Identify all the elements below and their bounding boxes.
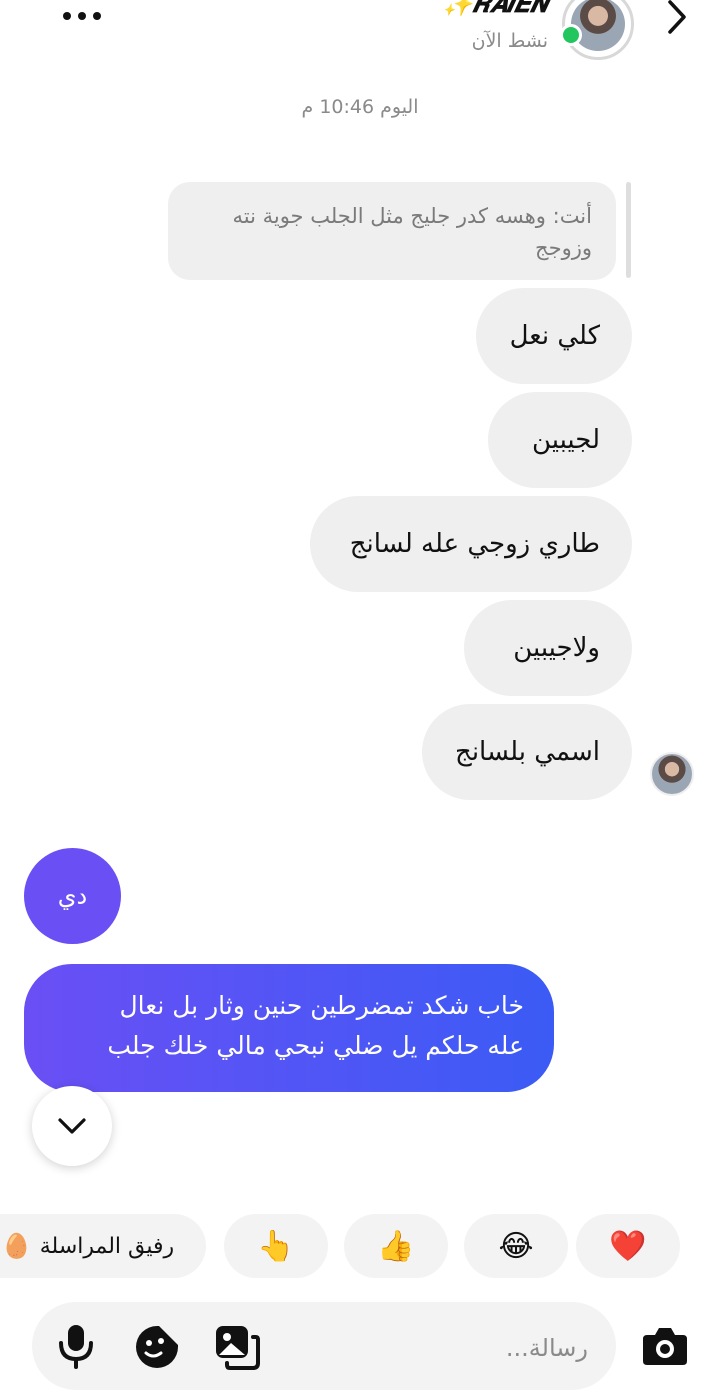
avatar-photo [571,0,625,51]
quick-reaction-pointing[interactable]: 👆 [224,1214,328,1278]
message-text: ولاجيبين [513,633,600,663]
egg-emoji-icon: 🥚 [1,1232,32,1260]
quick-reaction-thumbs-up[interactable]: 👍 [344,1214,448,1278]
message-text-line-2: عله حلكم يل ضلي نبحي مالي خلك جلب [107,1031,524,1060]
quick-reaction-heart[interactable]: ❤️ [576,1214,680,1278]
conversation-timestamp: اليوم 10:46 م [301,96,419,118]
dot [78,12,86,20]
reply-quote-line-2: وزوجج [535,236,592,260]
chevron-right-icon[interactable] [656,0,696,36]
online-status-icon [560,24,582,46]
microphone-icon[interactable] [54,1322,98,1370]
message-text-line-1: خاب شكد تمضرطين حنين وثار بل نعال [119,991,524,1020]
contact-status: نشط الآن [471,30,548,52]
gallery-icon[interactable] [212,1322,262,1372]
replied-message-quote[interactable]: أنت: وهسه كدر جليج مثل الجلب جوية نته وز… [168,182,616,280]
incoming-message-bubble[interactable]: كلي نعل [476,288,632,384]
reply-indicator-bar [626,182,631,278]
contact-name[interactable]: ✨𝑹𝑨𝑰𝑬𝑵 [443,0,548,18]
reply-quote-line-1: أنت: وهسه كدر جليج مثل الجلب جوية نته [232,204,592,228]
sender-avatar[interactable] [650,752,694,796]
chevron-down-icon [58,1118,86,1134]
camera-icon[interactable] [640,1322,690,1370]
incoming-message-bubble[interactable]: ولاجيبين [464,600,632,696]
message-input[interactable] [286,1322,590,1374]
message-text: دي [57,882,88,910]
thumbs-up-emoji-icon: 👍 [377,1228,415,1264]
quick-reaction-laugh[interactable]: 😂 [464,1214,568,1278]
laughing-emoji-icon: 😂 [498,1228,534,1264]
ai-chat-buddy-chip[interactable]: رفيق المراسلة 🥚 [0,1214,206,1278]
ai-chip-label: رفيق المراسلة [39,1233,175,1259]
message-text: طاري زوجي عله لسانج [349,529,600,559]
message-text: اسمي بلسانج [455,737,600,767]
outgoing-message-bubble[interactable]: دي [24,848,121,944]
incoming-message-bubble[interactable]: لجيبين [488,392,632,488]
incoming-message-bubble[interactable]: اسمي بلسانج [422,704,632,800]
incoming-message-bubble[interactable]: طاري زوجي عله لسانج [310,496,632,592]
dot [63,12,71,20]
message-text: كلي نعل [509,321,600,351]
more-options-icon[interactable] [62,4,102,28]
dot [93,12,101,20]
sticker-icon[interactable] [132,1322,182,1372]
pointing-hand-emoji-icon: 👆 [257,1228,295,1264]
message-text: لجيبين [531,425,600,455]
heart-emoji-icon: ❤️ [609,1228,647,1264]
outgoing-message-bubble[interactable]: خاب شكد تمضرطين حنين وثار بل نعال عله حل… [24,964,554,1092]
scroll-to-bottom-button[interactable] [32,1086,112,1166]
